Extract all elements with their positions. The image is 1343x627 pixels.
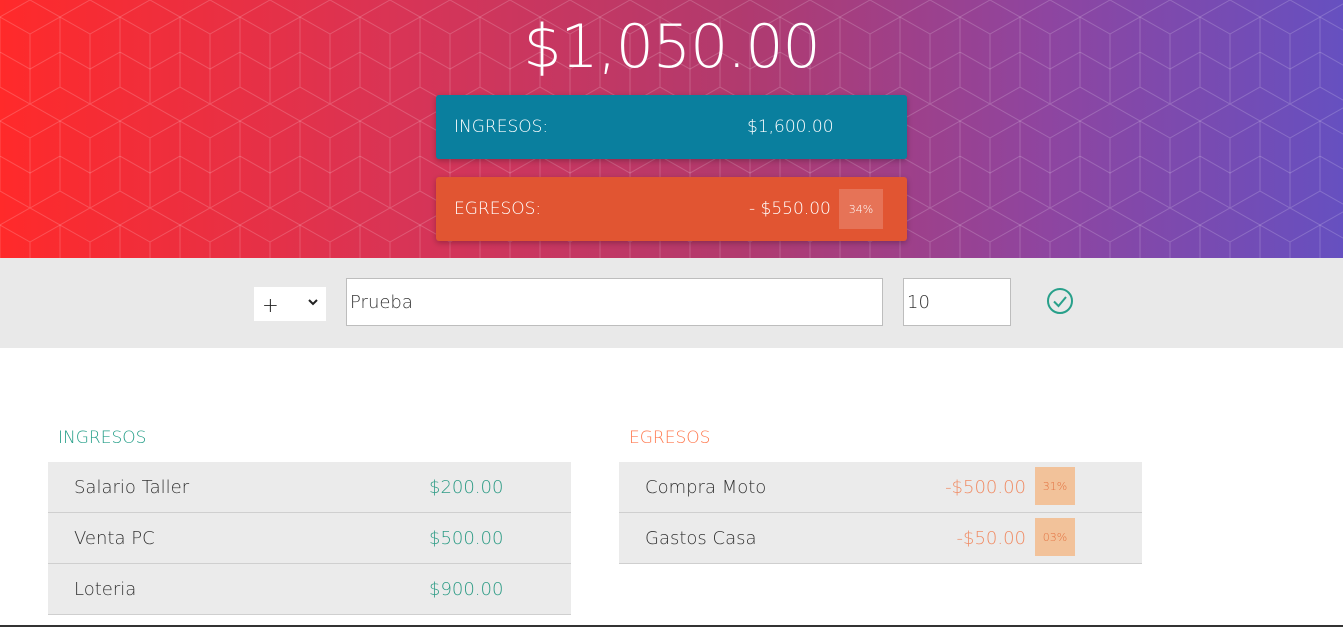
- income-item-value: $900.00: [429, 579, 504, 600]
- expense-item-value: -$50.00: [956, 528, 1026, 549]
- expense-row: Gastos Casa -$50.00 03%: [619, 513, 1142, 564]
- expense-summary-label: EGRESOS:: [454, 199, 542, 219]
- description-input-value: Prueba: [350, 291, 413, 313]
- income-item-description: Salario Taller: [74, 477, 190, 498]
- income-row: Salario Taller $200.00: [48, 462, 571, 513]
- amount-input-value: 10: [907, 291, 930, 313]
- expense-summary-card: EGRESOS: - $550.00 34%: [436, 177, 907, 241]
- amount-input[interactable]: 10: [903, 278, 1011, 326]
- expense-item-description: Gastos Casa: [645, 528, 757, 549]
- expense-percentage-badge: 34%: [839, 189, 883, 229]
- income-item-value: $500.00: [429, 528, 504, 549]
- chevron-down-icon: [308, 291, 318, 317]
- description-input[interactable]: Prueba: [346, 278, 883, 326]
- income-list-title: INGRESOS: [58, 428, 147, 448]
- income-item-description: Venta PC: [74, 528, 155, 549]
- income-item-value: $200.00: [429, 477, 504, 498]
- available-budget: $1,050.00: [523, 12, 820, 82]
- budget-header: $1,050.00 INGRESOS: $1,600.00 EGRESOS: -…: [0, 0, 1343, 258]
- expense-item-value: -$500.00: [945, 477, 1026, 498]
- income-row: Venta PC $500.00: [48, 513, 571, 564]
- income-summary-label: INGRESOS:: [454, 117, 549, 137]
- income-item-description: Loteria: [74, 579, 137, 600]
- expense-item-percentage: 03%: [1035, 518, 1075, 556]
- check-circle-icon: [1047, 288, 1073, 314]
- entry-type-value: +: [262, 293, 279, 317]
- expense-summary-value: - $550.00: [749, 199, 831, 219]
- expense-list: Compra Moto -$500.00 31% Gastos Casa -$5…: [619, 462, 1142, 564]
- income-summary-card: INGRESOS: $1,600.00: [436, 95, 907, 159]
- expense-row: Compra Moto -$500.00 31%: [619, 462, 1142, 513]
- expense-item-percentage: 31%: [1035, 467, 1075, 505]
- add-entry-button[interactable]: [1046, 287, 1074, 315]
- income-summary-value: $1,600.00: [747, 117, 834, 137]
- entry-type-select[interactable]: +: [254, 287, 326, 321]
- expense-item-description: Compra Moto: [645, 477, 767, 498]
- expense-list-title: EGRESOS: [629, 428, 711, 448]
- income-row: Loteria $900.00: [48, 564, 571, 615]
- income-list: Salario Taller $200.00 Venta PC $500.00 …: [48, 462, 571, 615]
